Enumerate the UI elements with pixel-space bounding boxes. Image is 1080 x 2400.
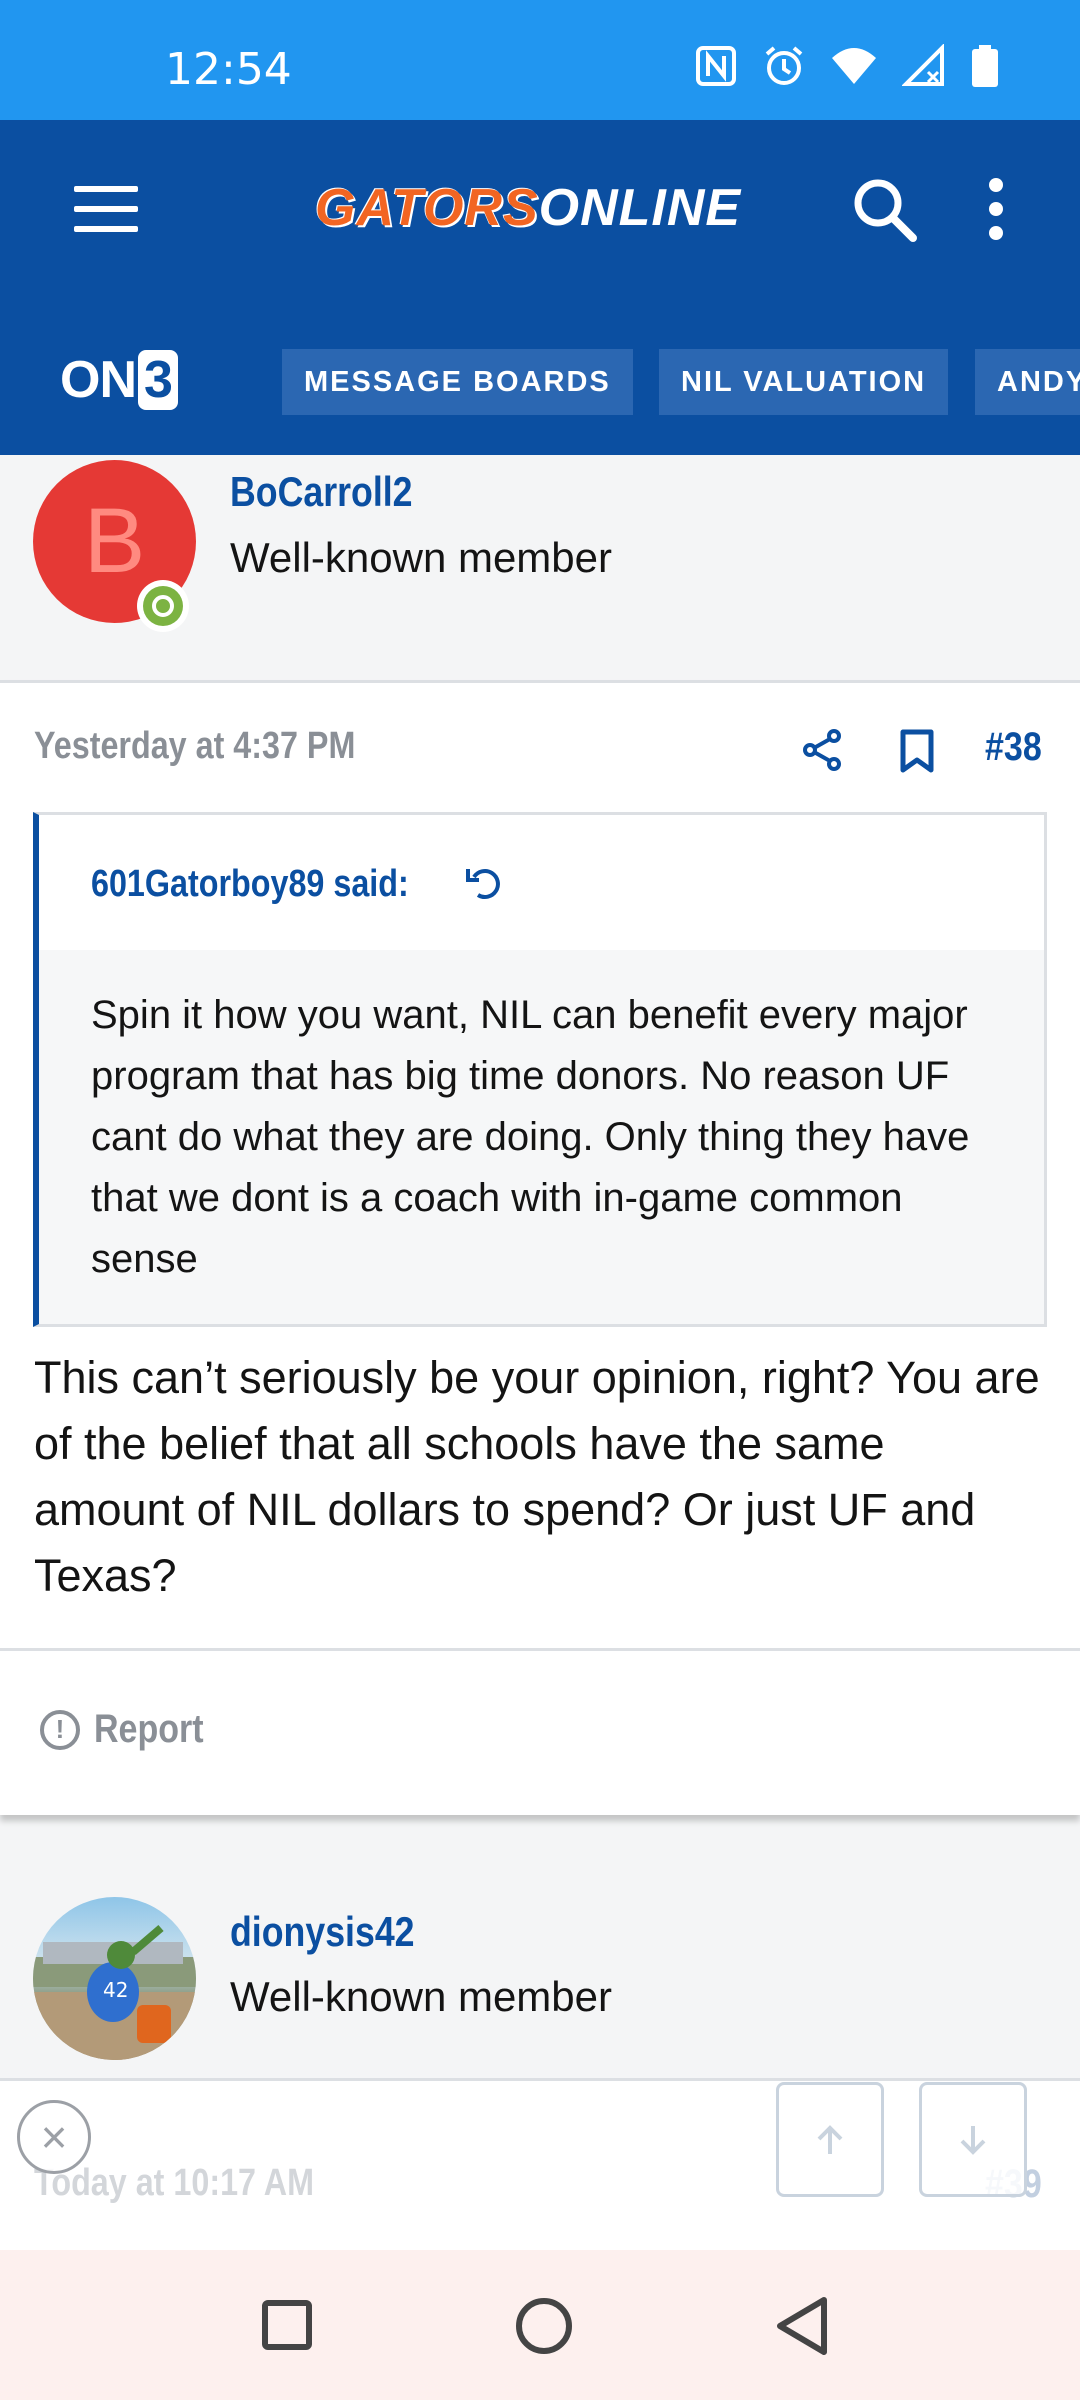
share-icon[interactable] bbox=[800, 728, 844, 772]
on3-brand: ON bbox=[60, 351, 137, 409]
more-vertical-icon[interactable] bbox=[980, 178, 1012, 242]
on3-logo[interactable]: ON 3 bbox=[60, 350, 178, 410]
site-logo[interactable]: GATORSONLINE bbox=[315, 178, 741, 238]
tab-nil-valuation[interactable]: NIL VALUATION bbox=[659, 349, 949, 415]
user-title: Well-known member bbox=[230, 1973, 612, 2020]
post-date[interactable]: Today at 10:17 AM bbox=[34, 2162, 314, 2205]
back-icon[interactable] bbox=[774, 2296, 830, 2356]
quote-block: 601Gatorboy89 said: Spin it how you want… bbox=[33, 812, 1047, 1327]
report-icon: ! bbox=[40, 1709, 80, 1750]
jump-to-quote-icon[interactable] bbox=[464, 863, 504, 903]
tab-andy[interactable]: ANDY bbox=[975, 349, 1080, 415]
arrow-up-icon bbox=[817, 2124, 843, 2154]
username[interactable]: BoCarroll2 bbox=[230, 468, 413, 516]
avatar[interactable]: 42 bbox=[33, 1897, 196, 2060]
logo-gators: GATORS bbox=[315, 179, 539, 237]
home-icon[interactable] bbox=[516, 2298, 572, 2354]
post-number[interactable]: #38 bbox=[985, 725, 1042, 770]
divider bbox=[0, 1648, 1080, 1651]
search-icon[interactable] bbox=[850, 175, 920, 245]
quote-header: 601Gatorboy89 said: bbox=[39, 815, 1044, 950]
wifi-icon bbox=[830, 44, 878, 93]
user-title: Well-known member bbox=[230, 534, 612, 581]
status-time: 12:54 bbox=[165, 44, 292, 95]
post-text: This can’t seriously be your opinion, ri… bbox=[34, 1352, 1040, 1601]
scroll-up-button[interactable] bbox=[776, 2082, 884, 2197]
svg-text:42: 42 bbox=[103, 1978, 128, 2002]
bookmark-icon[interactable] bbox=[897, 728, 937, 774]
status-bar: 12:54 bbox=[0, 0, 1080, 120]
report-button[interactable]: ! Report bbox=[40, 1707, 223, 1752]
tab-message-boards[interactable]: MESSAGE BOARDS bbox=[282, 349, 633, 415]
recents-icon[interactable] bbox=[262, 2300, 312, 2350]
username[interactable]: dionysis42 bbox=[230, 1908, 415, 1956]
hamburger-menu-icon[interactable] bbox=[74, 186, 138, 234]
alarm-icon bbox=[762, 44, 806, 93]
online-status-icon bbox=[137, 580, 189, 632]
arrow-down-icon bbox=[960, 2125, 986, 2155]
on3-brand-box: 3 bbox=[138, 350, 178, 410]
quote-author[interactable]: 601Gatorboy89 said: bbox=[91, 863, 409, 906]
signal-icon bbox=[901, 43, 946, 93]
post-date[interactable]: Yesterday at 4:37 PM bbox=[34, 725, 355, 768]
report-label: Report bbox=[94, 1707, 204, 1751]
scroll-down-button[interactable] bbox=[919, 2082, 1027, 2197]
status-icons bbox=[694, 43, 1000, 93]
close-icon[interactable]: × bbox=[17, 2100, 91, 2174]
logo-online: ONLINE bbox=[538, 179, 742, 237]
battery-icon bbox=[970, 44, 1000, 93]
quote-text: Spin it how you want, NIL can benefit ev… bbox=[91, 993, 970, 1281]
nfc-icon bbox=[694, 44, 738, 93]
